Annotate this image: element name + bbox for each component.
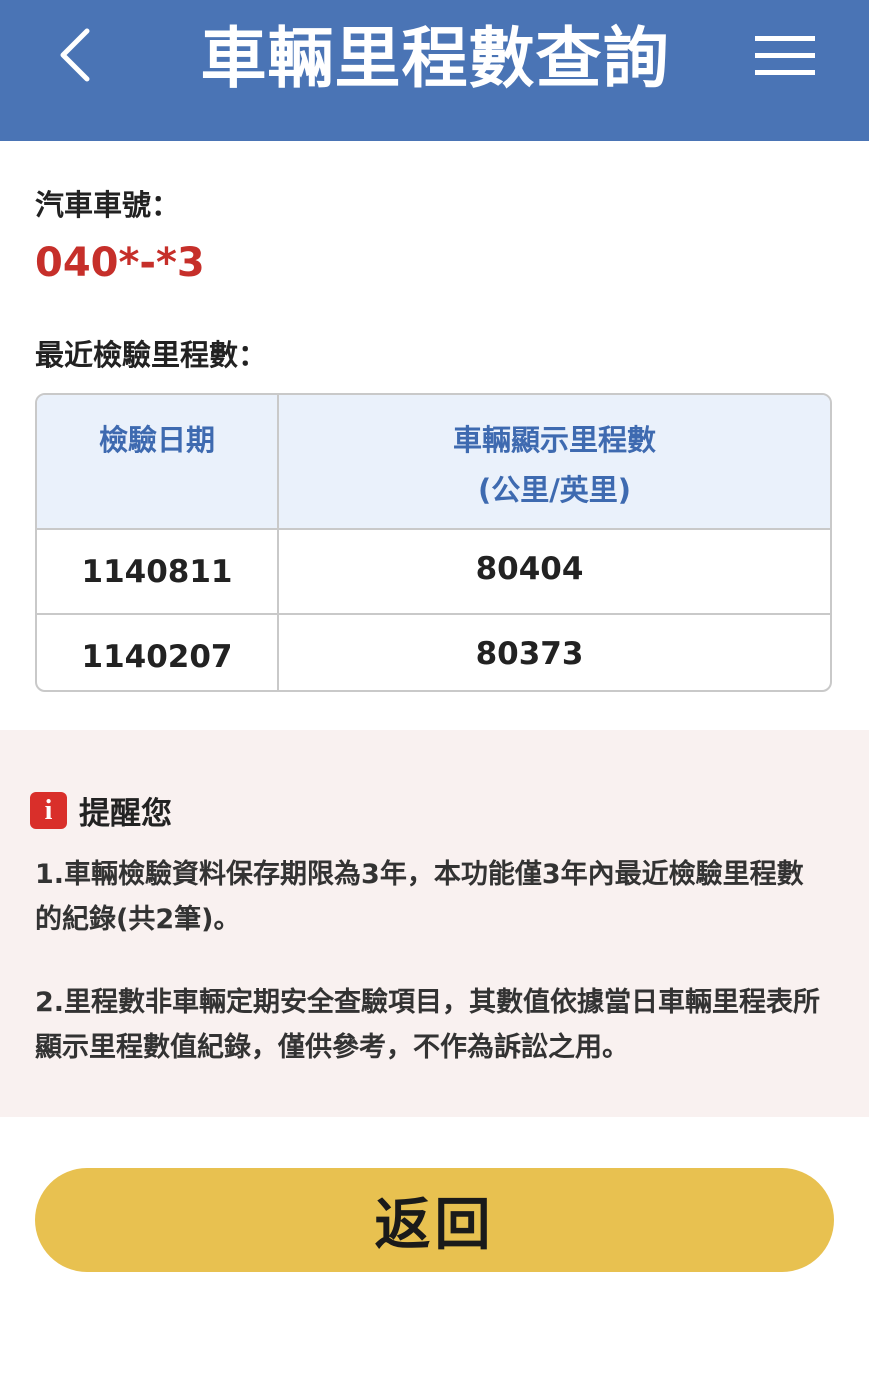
table-row: 1140207 80373	[37, 615, 830, 690]
info-icon: i	[30, 792, 67, 829]
page-title: 車輛里程數查詢	[200, 20, 670, 97]
table-header: 檢驗日期 車輛顯示里程數 (公里/英里)	[37, 395, 830, 530]
chevron-left-icon[interactable]	[55, 25, 95, 85]
reminder-panel: i 提醒您 1.車輛檢驗資料保存期限為3年，本功能僅3年內最近檢驗里程數的紀錄(…	[0, 730, 869, 1117]
mileage-table: 檢驗日期 車輛顯示里程數 (公里/英里) 1140811 80404 11402…	[35, 393, 832, 692]
reminder-title-text: 提醒您	[79, 796, 172, 832]
recent-mileage-label: 最近檢驗里程數：	[35, 338, 268, 372]
inspection-date-cell: 1140207	[37, 615, 279, 690]
table-row: 1140811 80404	[37, 530, 830, 615]
column-header-mileage-unit: (公里/英里)	[477, 473, 632, 507]
back-button[interactable]	[40, 20, 110, 90]
hamburger-menu-icon[interactable]	[755, 33, 815, 79]
column-header-date: 檢驗日期	[37, 395, 279, 528]
plate-number-value: 040*-*3	[35, 240, 205, 286]
plate-number-label: 汽車車號：	[35, 188, 181, 222]
menu-button[interactable]	[745, 24, 825, 88]
reminder-item-disclaimer: 2.里程數非車輛定期安全查驗項目，其數值依據當日車輛里程表所顯示里程數值紀錄，僅…	[35, 987, 821, 1063]
reminder-title: i 提醒您	[30, 788, 172, 833]
column-header-mileage-line1: 車輛顯示里程數	[452, 423, 656, 457]
return-button[interactable]: 返回	[35, 1168, 834, 1272]
inspection-date-cell: 1140811	[37, 530, 279, 613]
mileage-cell: 80373	[475, 635, 584, 672]
app-header: 車輛里程數查詢	[0, 0, 869, 141]
column-header-mileage: 車輛顯示里程數 (公里/英里)	[279, 395, 830, 528]
reminder-item-retention: 1.車輛檢驗資料保存期限為3年，本功能僅3年內最近檢驗里程數的紀錄(共2筆)。	[35, 859, 804, 935]
mileage-cell: 80404	[475, 550, 584, 587]
